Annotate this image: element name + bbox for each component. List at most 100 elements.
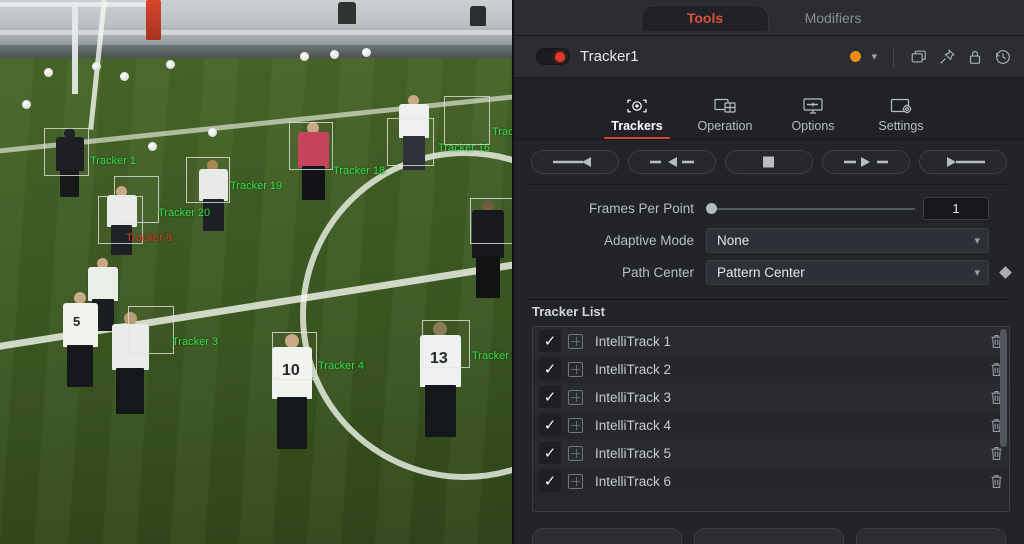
tracker-box[interactable] — [186, 157, 230, 203]
tracker-list-rows: ✓ IntelliTrack 1 ✓ IntelliTrack 2 ✓ IntelliTr… — [533, 327, 1009, 495]
ball — [92, 62, 101, 71]
tracker-row-label: IntelliTrack 5 — [595, 445, 672, 461]
davinci-resolve-tracker-screen: 5 10 13 Tracker 1 Tracker 19 Tracker 18 … — [0, 0, 1024, 544]
tracker-enabled-checkbox[interactable]: ✓ — [539, 470, 561, 492]
operation-icon — [712, 96, 738, 116]
tracker-tool-tabs: Trackers Operation Options Settings — [514, 78, 1024, 140]
goal-crossbar — [0, 2, 160, 7]
options-icon — [800, 96, 826, 116]
tracker-list-row[interactable]: ✓ IntelliTrack 2 — [533, 355, 1009, 383]
reset-icon[interactable] — [994, 48, 1012, 66]
keyframe-diamond-icon[interactable] — [999, 266, 1012, 279]
tracker-list-title: Tracker List — [532, 304, 605, 319]
tracker-box[interactable] — [289, 122, 333, 170]
frames-per-point-slider[interactable] — [706, 199, 915, 219]
ball — [362, 48, 371, 57]
tracker-enabled-checkbox[interactable]: ✓ — [539, 442, 561, 464]
tracker-enabled-checkbox[interactable]: ✓ — [539, 330, 561, 352]
inspector-top-tabs: Tools Modifiers — [514, 0, 1024, 36]
bottom-button-1[interactable] — [532, 528, 682, 544]
tracker-list-scrollbar[interactable] — [1000, 329, 1007, 447]
tracker-pattern-icon[interactable] — [568, 417, 583, 433]
ball — [44, 68, 53, 77]
node-color-dot[interactable] — [850, 51, 862, 62]
tracker-label: Tracker 1 — [90, 155, 137, 167]
ball — [330, 50, 339, 59]
lock-icon[interactable] — [966, 48, 984, 66]
pin-icon[interactable] — [938, 48, 956, 66]
tracker-row-label: IntelliTrack 1 — [595, 333, 672, 349]
tracker-list-row[interactable]: ✓ IntelliTrack 4 — [533, 411, 1009, 439]
tab-settings[interactable]: Settings — [862, 96, 940, 139]
tracker-list-row[interactable]: ✓ IntelliTrack 5 — [533, 439, 1009, 467]
tab-tools[interactable]: Tools — [641, 4, 769, 31]
bottom-button-bar — [514, 520, 1024, 544]
tab-options[interactable]: Options — [774, 96, 852, 139]
path-center-label: Path Center — [621, 265, 694, 280]
tracker-row-label: IntelliTrack 6 — [595, 473, 672, 489]
adaptive-mode-select[interactable]: None ▾ — [706, 228, 989, 253]
tracker-enabled-checkbox[interactable]: ✓ — [539, 358, 561, 380]
tracker-label: Tracker 20 — [158, 207, 211, 219]
frames-per-point-input[interactable]: 1 — [923, 197, 989, 220]
ball — [120, 72, 129, 81]
player-number: 5 — [73, 314, 81, 329]
goal-post — [72, 2, 78, 94]
tab-options-label: Options — [791, 119, 835, 133]
tracker-box[interactable] — [387, 118, 434, 166]
tab-modifiers[interactable]: Modifiers — [769, 5, 897, 31]
tab-trackers-label: Trackers — [611, 119, 663, 133]
tracker-list-row[interactable]: ✓ IntelliTrack 6 — [533, 467, 1009, 495]
adaptive-mode-label: Adaptive Mode — [603, 233, 694, 248]
divider — [893, 46, 894, 67]
tracker-list-box[interactable]: ✓ IntelliTrack 1 ✓ IntelliTrack 2 ✓ IntelliTr… — [532, 326, 1010, 512]
chevron-down-icon[interactable]: ▾ — [871, 50, 877, 63]
path-center-row: Path Center Pattern Center ▾ — [528, 259, 1012, 286]
bottom-button-2[interactable] — [694, 528, 844, 544]
tracker-row-label: IntelliTrack 2 — [595, 361, 672, 377]
path-center-select[interactable]: Pattern Center ▾ — [706, 260, 989, 285]
tracker-box[interactable] — [422, 320, 470, 368]
duplicate-icon[interactable] — [910, 48, 928, 66]
tracker-pattern-icon[interactable] — [568, 361, 583, 377]
settings-gear-icon — [888, 96, 914, 116]
tracker-label: Tracker 4 — [318, 360, 365, 372]
tracker-pattern-icon[interactable] — [568, 389, 583, 405]
tab-trackers[interactable]: Trackers — [598, 96, 676, 139]
delete-tracker-icon[interactable] — [983, 474, 1009, 489]
tracker-box[interactable] — [272, 332, 317, 380]
adaptive-mode-value: None — [717, 233, 750, 248]
tab-operation[interactable]: Operation — [686, 96, 764, 139]
ball — [22, 100, 31, 109]
bottom-button-3[interactable] — [856, 528, 1006, 544]
tracker-enabled-checkbox[interactable]: ✓ — [539, 414, 561, 436]
tab-modifiers-label: Modifiers — [804, 9, 862, 26]
stop-button[interactable] — [725, 150, 813, 174]
tracker-enabled-checkbox[interactable]: ✓ — [539, 386, 561, 408]
track-forward-button[interactable] — [919, 150, 1007, 174]
tracker-box[interactable] — [470, 198, 512, 244]
tracker-box[interactable] — [128, 306, 174, 354]
track-reverse-button[interactable] — [531, 150, 619, 174]
ball — [208, 128, 217, 137]
path-center-value: Pattern Center — [717, 265, 805, 280]
tracker-list-row[interactable]: ✓ IntelliTrack 1 — [533, 327, 1009, 355]
delete-tracker-icon[interactable] — [983, 446, 1009, 461]
track-back-frame-button[interactable] — [628, 150, 716, 174]
tracker-target-icon — [624, 96, 650, 116]
slider-track — [716, 207, 915, 210]
tracker-list-section: Tracker List ✓ IntelliTrack 1 ✓ IntelliTrac… — [514, 300, 1024, 520]
tracker-box[interactable] — [444, 96, 490, 145]
video-viewer[interactable]: 5 10 13 Tracker 1 Tracker 19 Tracker 18 … — [0, 0, 512, 544]
tracker-pattern-icon[interactable] — [568, 473, 583, 489]
chevron-down-icon: ▾ — [974, 235, 980, 247]
node-enable-toggle[interactable] — [536, 48, 570, 65]
tracker-pattern-icon[interactable] — [568, 333, 583, 349]
tracker-pattern-icon[interactable] — [568, 445, 583, 461]
frames-per-point-row: Frames Per Point 1 — [528, 195, 1010, 222]
slider-knob[interactable] — [706, 203, 717, 214]
track-forward-frame-button[interactable] — [822, 150, 910, 174]
tracker-box[interactable] — [44, 128, 89, 176]
toggle-knob — [555, 52, 565, 62]
tracker-list-row[interactable]: ✓ IntelliTrack 3 — [533, 383, 1009, 411]
